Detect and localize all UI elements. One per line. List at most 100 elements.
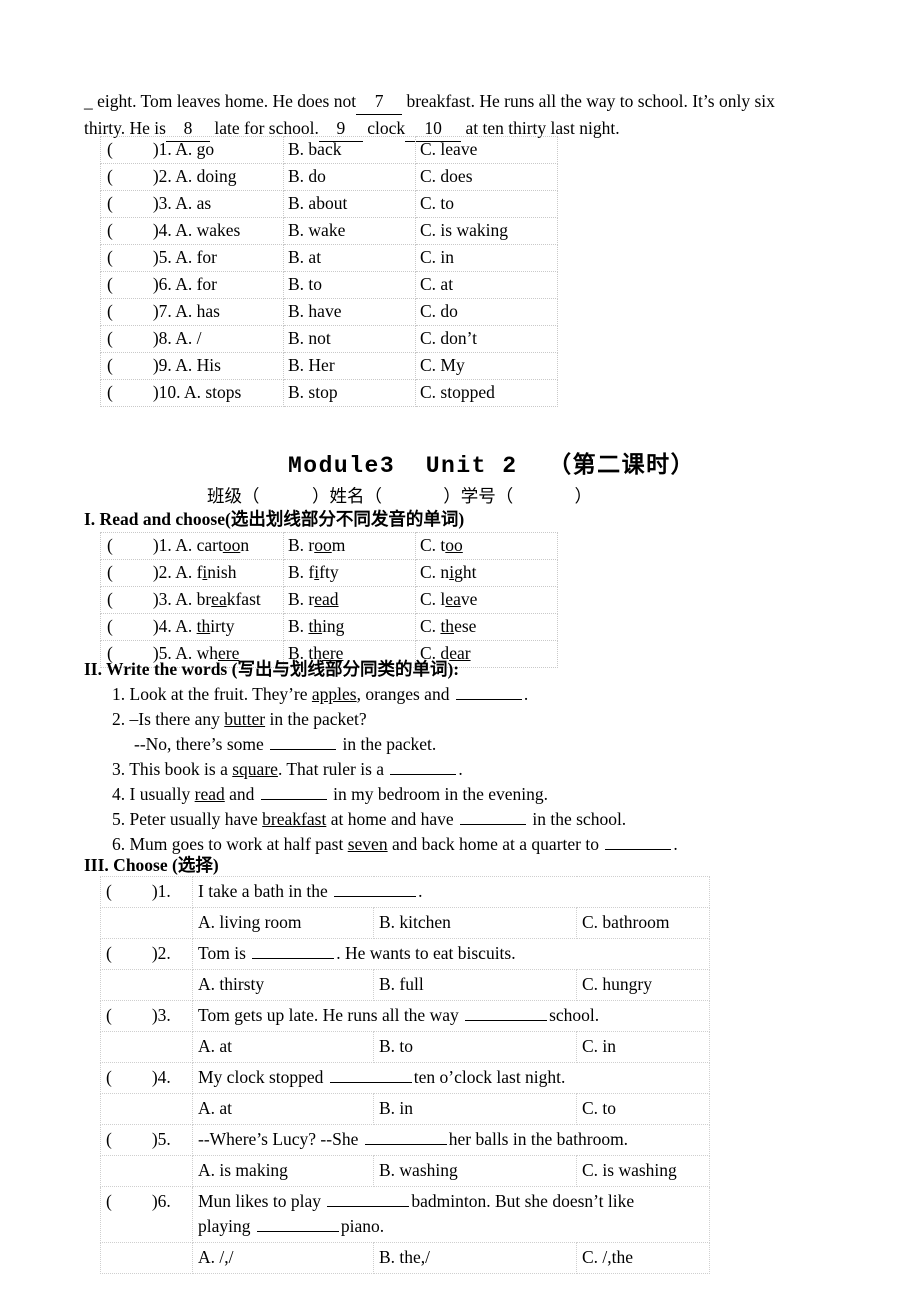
section3-option-a[interactable]: A. is making <box>192 1155 374 1187</box>
section1-answer-cell-1[interactable]: ()1. A. cartoon <box>100 532 284 560</box>
section1-option-a[interactable]: A. thirty <box>175 616 234 636</box>
section3-paren-close: )3. <box>151 1005 171 1025</box>
cloze-option-c[interactable]: C. do <box>415 298 558 326</box>
section3-option-c[interactable]: C. to <box>576 1093 710 1125</box>
cloze-answer-cell-8[interactable]: ()8. A. / <box>100 325 284 353</box>
section1-answer-cell-4[interactable]: ()4. A. thirty <box>100 613 284 641</box>
cloze-option-b[interactable]: B. wake <box>283 217 416 245</box>
cloze-option-a[interactable]: A. as <box>175 193 211 213</box>
section1-option-a[interactable]: A. breakfast <box>175 589 261 609</box>
cloze-option-c[interactable]: C. stopped <box>415 379 558 407</box>
cloze-answer-cell-2[interactable]: ()2. A. doing <box>100 163 284 191</box>
section3-option-a[interactable]: A. thirsty <box>192 969 374 1001</box>
cloze-option-c[interactable]: C. don’t <box>415 325 558 353</box>
cloze-option-c[interactable]: C. is waking <box>415 217 558 245</box>
section3-answer-cell-2[interactable]: ()2. <box>100 938 193 970</box>
cloze-option-a[interactable]: A. for <box>175 274 217 294</box>
section3-option-c[interactable]: C. /,the <box>576 1242 710 1274</box>
cloze-option-c[interactable]: C. at <box>415 271 558 299</box>
section3-option-row-spacer <box>100 1242 193 1274</box>
cloze-option-b[interactable]: B. back <box>283 136 416 164</box>
table-row: ()3. A. breakfast B. read C. leave <box>100 586 558 614</box>
cloze-option-b[interactable]: B. do <box>283 163 416 191</box>
section3-option-b[interactable]: B. washing <box>373 1155 577 1187</box>
cloze-option-b[interactable]: B. at <box>283 244 416 272</box>
section3-answer-cell-4[interactable]: ()4. <box>100 1062 193 1094</box>
section1-option-a[interactable]: A. finish <box>175 562 236 582</box>
section2-answer-blank <box>455 684 522 700</box>
cloze-answer-cell-10[interactable]: ()10. A. stops <box>100 379 284 407</box>
cloze-option-a[interactable]: A. has <box>175 301 220 321</box>
cloze-answer-cell-4[interactable]: ()4. A. wakes <box>100 217 284 245</box>
cloze-option-a[interactable]: A. doing <box>175 166 236 186</box>
table-row: A. at B. to C. in <box>100 1031 710 1063</box>
cloze-option-b[interactable]: B. Her <box>283 352 416 380</box>
section3-answer-cell-3[interactable]: ()3. <box>100 1000 193 1032</box>
section1-option-c[interactable]: C. leave <box>415 586 558 614</box>
section3-answer-cell-6[interactable]: ()6. <box>100 1186 193 1243</box>
section3-option-a[interactable]: A. at <box>192 1031 374 1063</box>
table-row: ()5. --Where’s Lucy? --She her balls in t… <box>100 1124 710 1156</box>
cloze-answer-cell-3[interactable]: ()3. A. as <box>100 190 284 218</box>
section3-option-a[interactable]: A. /,/ <box>192 1242 374 1274</box>
section1-option-b[interactable]: B. read <box>283 586 416 614</box>
section3-answer-cell-1[interactable]: ()1. <box>100 876 193 908</box>
cloze-option-a[interactable]: A. His <box>175 355 221 375</box>
cloze-answer-cell-6[interactable]: ()6. A. for <box>100 271 284 299</box>
section3-question-stem: I take a bath in the . <box>192 876 710 908</box>
cloze-answer-cell-1[interactable]: ()1. A. go <box>100 136 284 164</box>
section1-option-c[interactable]: C. these <box>415 613 558 641</box>
cloze-option-a[interactable]: A. go <box>175 139 214 159</box>
cloze-answer-cell-9[interactable]: ()9. A. His <box>100 352 284 380</box>
section3-option-c[interactable]: C. bathroom <box>576 907 710 939</box>
section1-option-b[interactable]: B. thing <box>283 613 416 641</box>
section1-option-c[interactable]: C. too <box>415 532 558 560</box>
section1-paren-open: ( <box>107 562 113 582</box>
cloze-option-c[interactable]: C. in <box>415 244 558 272</box>
section3-answer-cell-5[interactable]: ()5. <box>100 1124 193 1156</box>
section2-item-post: in the school. <box>528 809 627 829</box>
section1-option-a[interactable]: A. cartoon <box>175 535 249 555</box>
section2-item-pre: This book is a <box>129 759 233 779</box>
section1-option-c[interactable]: C. night <box>415 559 558 587</box>
cloze-option-c[interactable]: C. to <box>415 190 558 218</box>
table-row: ()2. A. doing B. do C. does <box>100 163 558 191</box>
cloze-option-a[interactable]: A. for <box>175 247 217 267</box>
section3-stem-pre: I take a bath in the <box>198 881 333 901</box>
cloze-option-b[interactable]: B. not <box>283 325 416 353</box>
section3-option-b[interactable]: B. kitchen <box>373 907 577 939</box>
section3-option-b[interactable]: B. in <box>373 1093 577 1125</box>
section2-item-pre: Peter usually have <box>129 809 263 829</box>
cloze-paren-close: )6. <box>152 274 172 294</box>
section3-option-a[interactable]: A. living room <box>192 907 374 939</box>
cloze-option-b[interactable]: B. to <box>283 271 416 299</box>
cloze-option-a[interactable]: A. / <box>175 328 201 348</box>
cloze-option-b[interactable]: B. have <box>283 298 416 326</box>
section3-option-b[interactable]: B. to <box>373 1031 577 1063</box>
section1-option-b[interactable]: B. room <box>283 532 416 560</box>
section3-option-b[interactable]: B. the,/ <box>373 1242 577 1274</box>
cloze-option-a[interactable]: A. wakes <box>175 220 240 240</box>
cloze-option-c[interactable]: C. does <box>415 163 558 191</box>
cloze-option-b[interactable]: B. stop <box>283 379 416 407</box>
cloze-answer-cell-5[interactable]: ()5. A. for <box>100 244 284 272</box>
section1-paren-close: )3. <box>152 589 172 609</box>
cloze-option-b[interactable]: B. about <box>283 190 416 218</box>
passage-blank-7: 7 <box>356 88 403 115</box>
section2-item-mid: and back home at a quarter to <box>387 834 604 854</box>
cloze-option-c[interactable]: C. leave <box>415 136 558 164</box>
section3-option-a[interactable]: A. at <box>192 1093 374 1125</box>
section1-paren-close: )1. <box>152 535 172 555</box>
section3-option-b[interactable]: B. full <box>373 969 577 1001</box>
cloze-option-a[interactable]: A. stops <box>184 382 241 402</box>
section1-option-b[interactable]: B. fifty <box>283 559 416 587</box>
section3-stem-pre: Tom is <box>198 943 251 963</box>
section3-option-c[interactable]: C. hungry <box>576 969 710 1001</box>
cloze-option-c[interactable]: C. My <box>415 352 558 380</box>
section3-option-c[interactable]: C. in <box>576 1031 710 1063</box>
student-info-line: 班级（ ）姓名（ ）学号（ ） <box>207 486 592 506</box>
cloze-answer-cell-7[interactable]: ()7. A. has <box>100 298 284 326</box>
section1-answer-cell-3[interactable]: ()3. A. breakfast <box>100 586 284 614</box>
section3-option-c[interactable]: C. is washing <box>576 1155 710 1187</box>
section1-answer-cell-2[interactable]: ()2. A. finish <box>100 559 284 587</box>
